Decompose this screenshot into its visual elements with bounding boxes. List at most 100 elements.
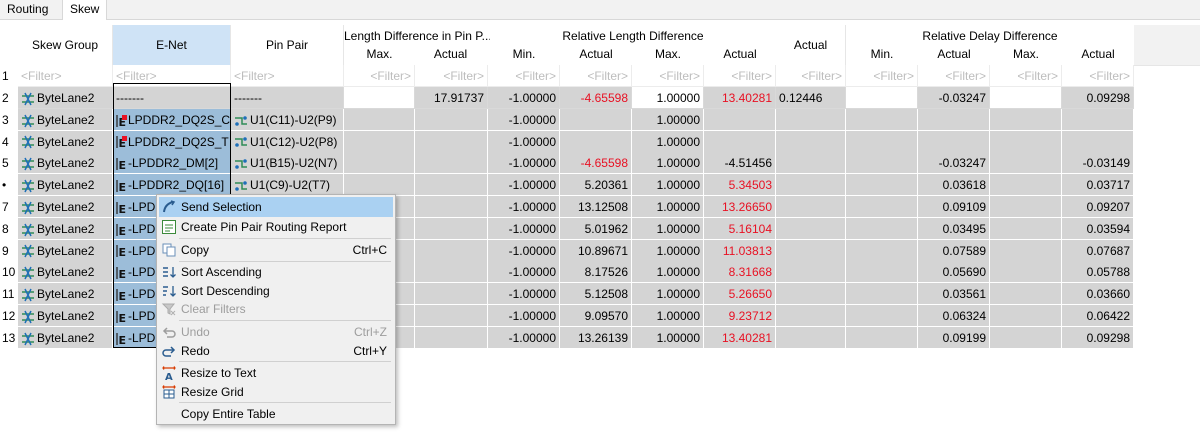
column-header-rl-actual[interactable]: Actual <box>560 45 632 63</box>
cell-rl_actual[interactable] <box>560 130 632 153</box>
cell-rd_actual2[interactable]: 0.05788 <box>1062 261 1134 284</box>
cell-rd_actual2[interactable]: 0.03594 <box>1062 217 1134 240</box>
cell-rl_max[interactable]: 1.00000 <box>632 174 704 197</box>
cell-rd_actual[interactable]: 0.09199 <box>918 326 990 349</box>
cell-rl_max[interactable]: 1.00000 <box>632 239 704 262</box>
column-header-enet[interactable]: E-Net <box>113 25 231 65</box>
cell-rl_actual2[interactable]: 5.34503 <box>704 174 776 197</box>
cell-rl_max[interactable]: 1.00000 <box>632 217 704 240</box>
cell-actual[interactable] <box>776 239 846 262</box>
cell-rd_max[interactable] <box>990 196 1062 218</box>
menu-item-create-report[interactable]: Create Pin Pair Routing Report <box>159 217 393 237</box>
filter-cell-rd_actual[interactable]: <Filter> <box>918 65 990 87</box>
column-header-rd-max[interactable]: Max. <box>990 45 1062 63</box>
cell-rl_min[interactable]: -1.00000 <box>488 283 560 306</box>
column-header-rd-min[interactable]: Min. <box>846 45 918 63</box>
cell-rl_actual[interactable]: 5.01962 <box>560 217 632 240</box>
cell-ld_actual[interactable] <box>415 283 488 306</box>
cell-rd_actual2[interactable]: 0.03660 <box>1062 283 1134 306</box>
cell-actual[interactable] <box>776 217 846 240</box>
cell-rd_actual[interactable]: 0.03618 <box>918 174 990 197</box>
cell-group[interactable]: ByteLane2 <box>18 283 113 306</box>
menu-item-send-selection[interactable]: Send Selection <box>159 197 393 217</box>
cell-ld_max[interactable] <box>344 108 415 131</box>
cell-enet[interactable]: E LPDDR2_DQ2S_T <box>113 130 231 153</box>
cell-rl_actual[interactable]: -4.65598 <box>560 87 632 109</box>
cell-rd_actual2[interactable]: 0.09298 <box>1062 87 1134 109</box>
cell-ld_max[interactable] <box>344 130 415 153</box>
cell-rl_max[interactable]: 1.00000 <box>632 261 704 284</box>
filter-cell-rl_actual[interactable]: <Filter> <box>560 65 632 87</box>
cell-rd_max[interactable] <box>990 305 1062 327</box>
column-header-skew-group[interactable]: Skew Group <box>18 25 113 65</box>
cell-rd_max[interactable] <box>990 152 1062 175</box>
cell-rl_min[interactable]: -1.00000 <box>488 217 560 240</box>
filter-cell-rd_actual2[interactable]: <Filter> <box>1062 65 1134 87</box>
cell-ld_max[interactable] <box>344 174 415 197</box>
cell-pin[interactable]: U1(C12)-U2(P8) <box>231 130 344 153</box>
cell-group[interactable]: ByteLane2 <box>18 152 113 175</box>
cell-rl_actual[interactable]: 13.12508 <box>560 196 632 218</box>
cell-rl_actual2[interactable]: 9.23712 <box>704 305 776 327</box>
cell-rd_min[interactable] <box>846 326 918 349</box>
cell-rd_actual[interactable]: 0.03561 <box>918 283 990 306</box>
cell-actual[interactable] <box>776 174 846 197</box>
cell-pin[interactable]: U1(B15)-U2(N7) <box>231 152 344 175</box>
column-header-rl-max[interactable]: Max. <box>632 45 704 63</box>
cell-rd_max[interactable] <box>990 108 1062 131</box>
column-header-pin-pair[interactable]: Pin Pair <box>231 25 344 65</box>
cell-rd_actual[interactable]: 0.06324 <box>918 305 990 327</box>
cell-rd_actual[interactable] <box>918 130 990 153</box>
cell-rd_max[interactable] <box>990 283 1062 306</box>
cell-pin[interactable]: ------- <box>231 87 344 109</box>
filter-cell-rl_actual2[interactable]: <Filter> <box>704 65 776 87</box>
cell-rl_actual[interactable]: -4.65598 <box>560 152 632 175</box>
column-header-actual[interactable]: Actual <box>776 25 846 65</box>
filter-cell-pin[interactable]: <Filter> <box>231 65 344 87</box>
cell-rl_min[interactable]: -1.00000 <box>488 152 560 175</box>
cell-rd_max[interactable] <box>990 239 1062 262</box>
cell-rl_actual2[interactable]: 5.26650 <box>704 283 776 306</box>
cell-rd_min[interactable] <box>846 196 918 218</box>
table-row[interactable]: 3 ByteLane2 E LPDDR2_DQ2S_C U1(C11)-U2(P9) -1… <box>0 108 1200 131</box>
filter-cell-rd_min[interactable]: <Filter> <box>846 65 918 87</box>
cell-rd_max[interactable] <box>990 217 1062 240</box>
cell-pin[interactable]: U1(C9)-U2(T7) <box>231 174 344 197</box>
cell-ld_actual[interactable] <box>415 305 488 327</box>
filter-cell-rd_max[interactable]: <Filter> <box>990 65 1062 87</box>
cell-rd_actual[interactable] <box>918 108 990 131</box>
cell-group[interactable]: ByteLane2 <box>18 261 113 284</box>
cell-rd_actual[interactable]: -0.03247 <box>918 152 990 175</box>
cell-rd_actual2[interactable]: 0.03717 <box>1062 174 1134 197</box>
menu-item-copy[interactable]: Copy Ctrl+C <box>159 240 393 260</box>
cell-enet[interactable]: E LPDDR2_DQ2S_C <box>113 108 231 131</box>
cell-rd_min[interactable] <box>846 239 918 262</box>
cell-rd_min[interactable] <box>846 130 918 153</box>
cell-rd_max[interactable] <box>990 174 1062 197</box>
cell-enet[interactable]: E -LPDDR2_DM[2] <box>113 152 231 175</box>
cell-enet[interactable]: ------- <box>113 87 231 109</box>
cell-ld_actual[interactable] <box>415 108 488 131</box>
cell-ld_actual[interactable] <box>415 326 488 349</box>
column-header-rd-actual[interactable]: Actual <box>918 45 990 63</box>
cell-ld_actual[interactable] <box>415 217 488 240</box>
menu-item-undo[interactable]: Undo Ctrl+Z <box>159 322 393 342</box>
column-header-rl-actual2[interactable]: Actual <box>704 45 776 63</box>
cell-rl_max[interactable]: 1.00000 <box>632 108 704 131</box>
cell-ld_max[interactable] <box>344 152 415 175</box>
menu-item-copy-entire-table[interactable]: Copy Entire Table <box>159 404 393 424</box>
table-row[interactable]: 2 ByteLane2 ------- ------- 17.91737 -1.00000… <box>0 87 1200 109</box>
cell-rl_actual[interactable]: 5.20361 <box>560 174 632 197</box>
tab-skew[interactable]: Skew <box>62 0 108 20</box>
cell-rl_max[interactable]: 1.00000 <box>632 87 704 109</box>
cell-rl_actual2[interactable]: 13.40281 <box>704 326 776 349</box>
cell-actual[interactable] <box>776 283 846 306</box>
cell-group[interactable]: ByteLane2 <box>18 305 113 327</box>
cell-group[interactable]: ByteLane2 <box>18 108 113 131</box>
cell-rl_actual[interactable]: 8.17526 <box>560 261 632 284</box>
cell-rl_min[interactable]: -1.00000 <box>488 87 560 109</box>
cell-rl_actual[interactable]: 10.89671 <box>560 239 632 262</box>
cell-rl_min[interactable]: -1.00000 <box>488 326 560 349</box>
cell-rl_max[interactable]: 1.00000 <box>632 130 704 153</box>
filter-cell-enet[interactable]: <Filter> <box>113 65 231 87</box>
